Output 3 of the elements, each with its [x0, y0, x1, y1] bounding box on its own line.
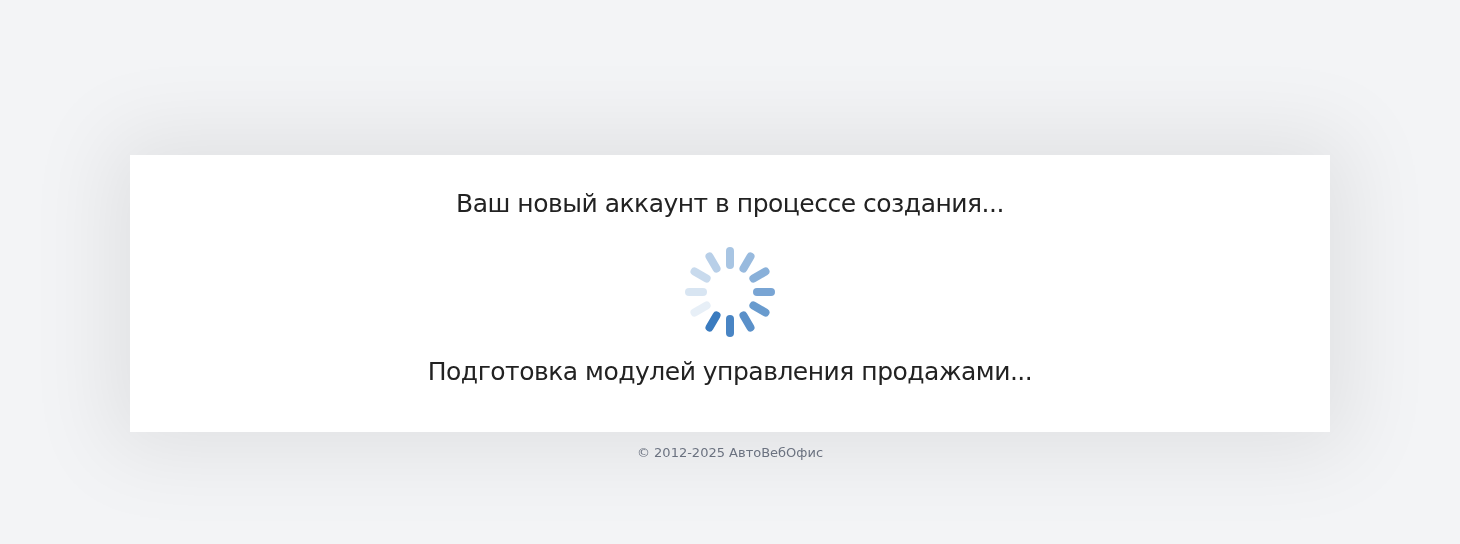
status-text: Подготовка модулей управления продажами...	[427, 356, 1033, 388]
card-title: Ваш новый аккаунт в процессе создания...	[456, 188, 1004, 220]
copyright-text: © 2012-2025 АвтоВебОфис	[636, 445, 824, 460]
